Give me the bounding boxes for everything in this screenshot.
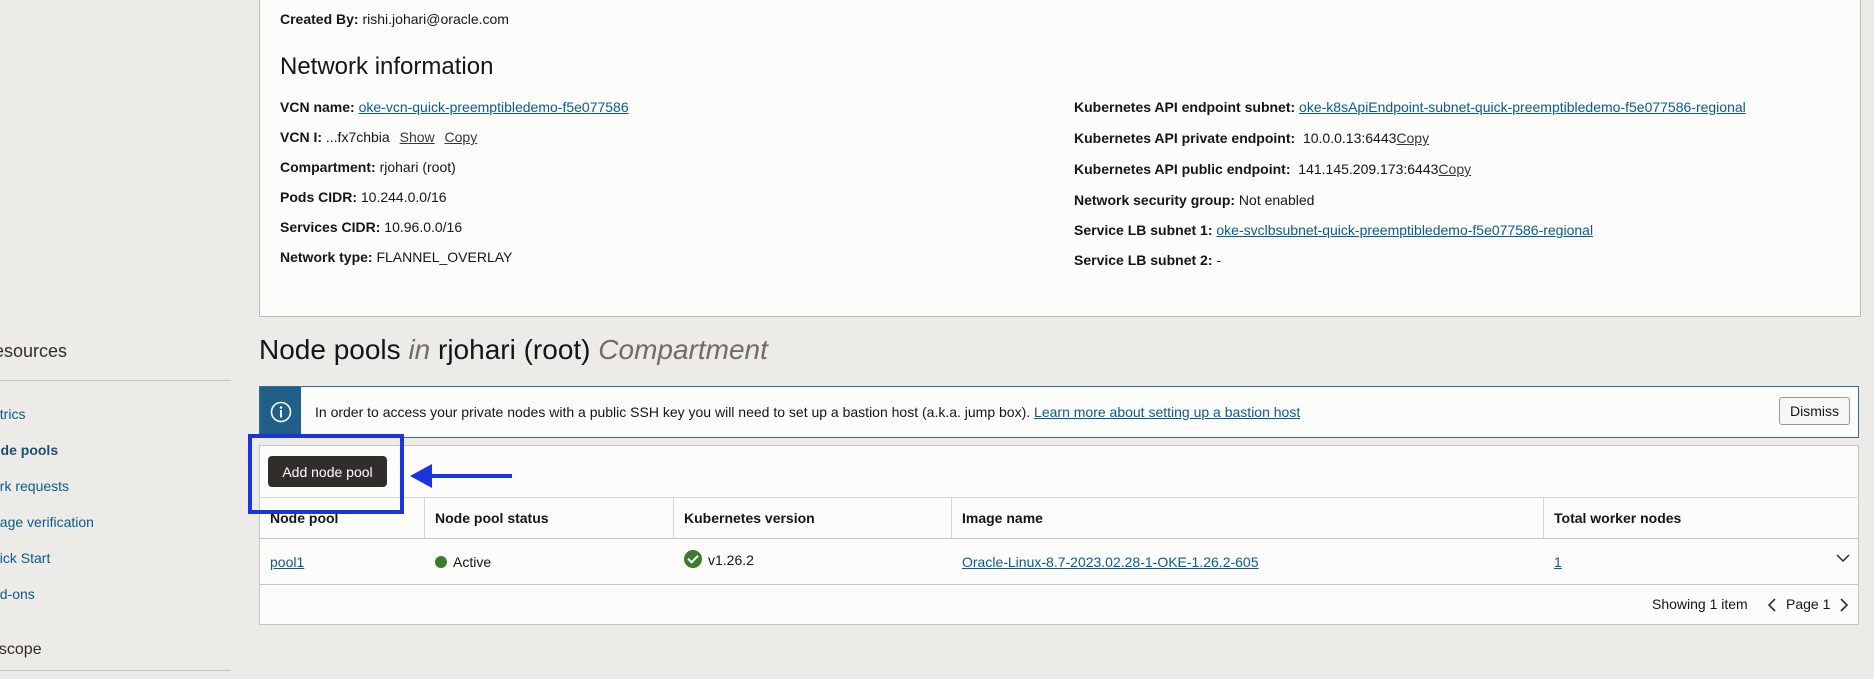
showing-count: Showing 1 item xyxy=(1652,596,1748,612)
column-divider xyxy=(673,498,674,538)
network-type: Network type: FLANNEL_OVERLAY xyxy=(280,249,513,265)
pods-cidr: Pods CIDR: 10.244.0.0/16 xyxy=(280,189,447,205)
copy-public-endpoint-link[interactable]: Copy xyxy=(1438,161,1471,177)
bastion-info-banner: In order to access your private nodes wi… xyxy=(259,386,1859,438)
column-divider xyxy=(1543,498,1544,538)
service-lb-subnet-2: Service LB subnet 2: - xyxy=(1074,252,1222,268)
vcn-name: VCN name: oke-vcn-quick-preemptibledemo-… xyxy=(280,99,629,115)
network-info-title: Network information xyxy=(280,53,494,80)
list-scope-heading: t scope xyxy=(0,641,42,658)
check-circle-icon xyxy=(684,550,702,568)
column-header-k8s-version[interactable]: Kubernetes version xyxy=(684,510,815,526)
service-lb-subnet-1: Service LB subnet 1: oke-svclbsubnet-qui… xyxy=(1074,222,1594,238)
nav-divider xyxy=(0,380,231,381)
api-public-endpoint: Kubernetes API public endpoint: 141.145.… xyxy=(1074,161,1472,177)
cluster-details-card: Created By: rishi.johari@oracle.com Netw… xyxy=(259,0,1861,317)
created-by: Created By: rishi.johari@oracle.com xyxy=(280,11,509,27)
pointer-arrow-icon xyxy=(410,464,512,488)
column-divider xyxy=(951,498,952,538)
highlight-box xyxy=(248,434,404,514)
k8s-version-cell: v1.26.2 xyxy=(684,550,754,568)
network-security-group: Network security group: Not enabled xyxy=(1074,192,1315,208)
service-lb-subnet-1-link[interactable]: oke-svclbsubnet-quick-preemptibledemo-f5… xyxy=(1216,222,1593,238)
image-name-link[interactable]: Oracle-Linux-8.7-2023.02.28-1-OKE-1.26.2… xyxy=(962,554,1259,570)
page-indicator: Page 1 xyxy=(1786,596,1831,612)
api-private-endpoint: Kubernetes API private endpoint: 10.0.0.… xyxy=(1074,130,1430,146)
node-pools-title: Node pools in rjohari (root) Compartment xyxy=(259,334,768,365)
previous-page-chevron-left-icon[interactable] xyxy=(1766,597,1778,616)
expand-row-chevron-down-icon[interactable] xyxy=(1835,550,1851,569)
node-pool-link[interactable]: pool1 xyxy=(270,554,304,570)
api-endpoint-subnet-link[interactable]: oke-k8sApiEndpoint-subnet-quick-preempti… xyxy=(1299,99,1746,115)
services-cidr: Services CIDR: 10.96.0.0/16 xyxy=(280,219,463,235)
active-status-dot-icon xyxy=(435,556,447,568)
sidebar-item-quick-start[interactable]: uick Start xyxy=(0,550,50,566)
sidebar-item-image-verification[interactable]: nage verification xyxy=(0,514,94,530)
table-row: pool1 Active v1.26.2 Oracle-Linux-8.7-20… xyxy=(259,538,1859,585)
sidebar-item-node-pools[interactable]: ode pools xyxy=(0,442,58,458)
next-page-chevron-right-icon[interactable] xyxy=(1838,597,1850,616)
vcn-id: VCN I: ...fx7chbia Show Copy xyxy=(280,129,478,145)
bastion-learn-more-link[interactable]: Learn more about setting up a bastion ho… xyxy=(1034,404,1300,420)
api-endpoint-subnet: Kubernetes API endpoint subnet: oke-k8sA… xyxy=(1074,99,1746,115)
status-cell: Active xyxy=(435,554,491,570)
vcn-name-link[interactable]: oke-vcn-quick-preemptibledemo-f5e077586 xyxy=(359,99,629,115)
column-header-status[interactable]: Node pool status xyxy=(435,510,549,526)
nav-divider xyxy=(0,670,231,671)
info-icon xyxy=(260,387,301,437)
show-vcn-id-link[interactable]: Show xyxy=(400,129,435,145)
resources-heading: esources xyxy=(0,341,68,361)
sidebar-item-work-requests[interactable]: ork requests xyxy=(0,478,69,494)
table-header: Node pool Node pool status Kubernetes ve… xyxy=(259,497,1859,539)
compartment: Compartment: rjohari (root) xyxy=(280,159,456,175)
dismiss-button[interactable]: Dismiss xyxy=(1779,397,1850,425)
sidebar-item-metrics[interactable]: etrics xyxy=(0,406,25,422)
column-header-total-nodes[interactable]: Total worker nodes xyxy=(1554,510,1681,526)
copy-vcn-id-link[interactable]: Copy xyxy=(445,129,478,145)
total-nodes-link[interactable]: 1 xyxy=(1554,554,1562,570)
column-header-image-name[interactable]: Image name xyxy=(962,510,1043,526)
banner-message: In order to access your private nodes wi… xyxy=(315,404,1301,420)
copy-private-endpoint-link[interactable]: Copy xyxy=(1396,130,1429,146)
column-divider xyxy=(424,498,425,538)
sidebar-item-add-ons[interactable]: dd-ons xyxy=(0,586,35,602)
